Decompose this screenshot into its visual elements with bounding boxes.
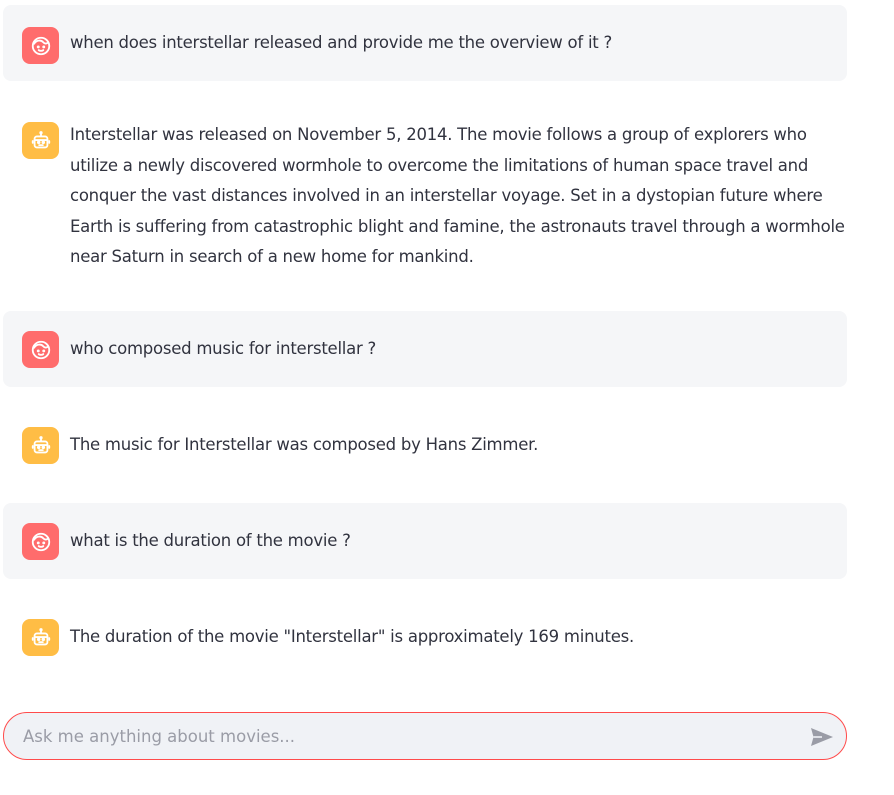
chat-message-user: who composed music for interstellar ? (3, 311, 847, 387)
chat-message-user: what is the duration of the movie ? (3, 503, 847, 579)
user-avatar (22, 27, 59, 64)
assistant-avatar (22, 122, 59, 159)
send-icon (811, 728, 833, 746)
message-text: Interstellar was released on November 5,… (70, 125, 845, 266)
message-text: when does interstellar released and prov… (70, 33, 613, 52)
assistant-avatar (22, 619, 59, 656)
send-button[interactable] (808, 723, 836, 751)
message-text: The duration of the movie "Interstellar"… (70, 627, 634, 646)
message-text: who composed music for interstellar ? (70, 339, 377, 358)
chat-input[interactable] (23, 713, 793, 759)
user-face-icon (31, 532, 50, 551)
chat-input-container (3, 712, 847, 760)
robot-icon (31, 130, 50, 148)
chat-message-user: when does interstellar released and prov… (3, 5, 847, 81)
message-text: The music for Interstellar was composed … (70, 435, 539, 454)
user-face-icon (31, 36, 50, 55)
chat-message-assistant: The duration of the movie "Interstellar"… (3, 599, 847, 675)
user-avatar (22, 331, 59, 368)
robot-icon (31, 435, 50, 453)
robot-icon (31, 627, 50, 645)
chat-page: when does interstellar released and prov… (0, 0, 894, 795)
chat-message-assistant: Interstellar was released on November 5,… (3, 101, 847, 291)
user-face-icon (31, 340, 50, 359)
assistant-avatar (22, 427, 59, 464)
message-text: what is the duration of the movie ? (70, 531, 351, 550)
user-avatar (22, 523, 59, 560)
chat-message-assistant: The music for Interstellar was composed … (3, 407, 847, 483)
